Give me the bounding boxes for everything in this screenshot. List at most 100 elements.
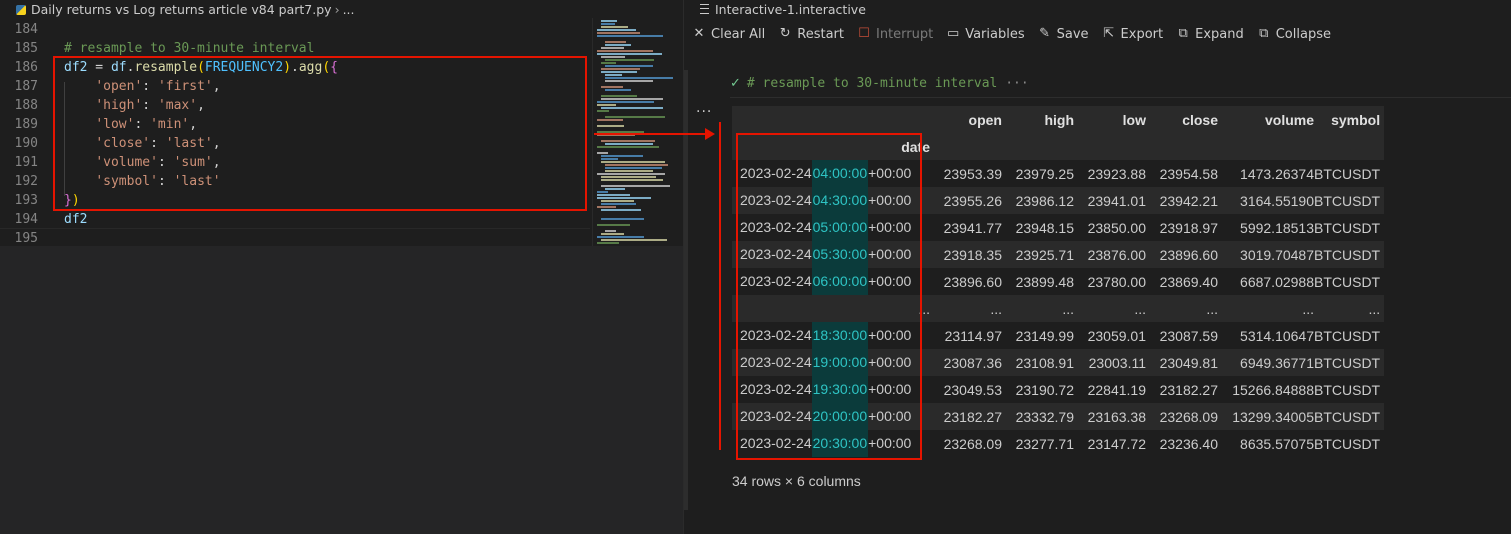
minimap-line [597,236,644,238]
minimap-line [605,167,662,169]
minimap-line [597,32,640,34]
output-more-actions-icon[interactable]: ··· [696,104,712,120]
index-timezone: +00:00 [868,219,912,235]
restart-button[interactable]: ↻ Restart [778,22,844,46]
code-line[interactable]: 184 [0,20,590,39]
minimap-line [597,101,654,103]
breadcrumb-more[interactable]: ... [343,2,355,17]
row-index-cell: 2023-02-2406:00:00+00:00 [732,268,942,295]
index-date: 2023-02-24 [740,408,812,424]
table-row: 2023-02-2419:00:00+00:00 23087.36 23108.91… [732,349,1385,376]
save-button[interactable]: ✎ Save [1038,22,1088,46]
cell-close: 23896.60 [1146,241,1218,268]
cell-code-preview: # resample to 30-minute interval [746,76,998,91]
row-index-cell: ... [732,295,942,322]
interactive-title-label: Interactive-1.interactive [715,2,866,17]
minimap-line [601,71,637,73]
index-timezone: +00:00 [868,273,912,289]
minimap-line [597,194,630,196]
table-row: 2023-02-2418:30:00+00:00 23114.97 23149.99… [732,322,1384,349]
minimap-line [601,155,643,157]
minimap-line [597,125,624,127]
cell-volume: 6687.02988 [1240,273,1314,290]
index-time-highlight: 20:00:00 [811,403,869,430]
chevron-right-icon: › [334,2,340,17]
row-index-cell: 2023-02-2420:00:00+00:00 [732,403,942,430]
toolbar-label: Restart [797,26,844,42]
cell-high: 23332.79 [1004,403,1074,430]
minimap-line [597,35,663,37]
index-timezone: +00:00 [868,192,912,208]
cell-open: ... [942,295,1004,322]
column-header-volume[interactable]: volume [1218,106,1314,133]
index-date: 2023-02-24 [740,354,812,370]
index-timezone: +00:00 [868,435,912,451]
close-icon: ✕ [693,26,705,41]
collapse-icon: ⧉ [1259,26,1269,41]
dataframe-table: open high low close volume symbol date 2023-0… [732,106,1385,457]
line-number: 191 [14,155,38,170]
index-timezone: +00:00 [868,354,912,370]
table-body: 2023-02-2404:00:00+00:00 23953.39 23979.25… [732,160,1385,457]
index-timezone: +00:00 [868,246,912,262]
table-row: ..................... [732,295,1385,322]
cell-volume: 1473.26374 [1240,165,1314,182]
minimap-line [601,56,625,58]
toolbar-label: Export [1120,26,1164,42]
index-date: 2023-02-24 [740,435,812,451]
cell-low: 23923.88 [1087,165,1146,182]
minimap-line [597,197,651,199]
column-header-high[interactable]: high [1004,106,1074,133]
minimap-line [605,44,631,46]
cell-low: 23780.00 [1087,273,1146,290]
cell-symbol: BTCUSDT [1314,219,1381,236]
cell-close: 23869.40 [1159,273,1218,290]
cell-close: 23087.59 [1159,327,1218,344]
toolbar-label: Interrupt [875,26,934,42]
interactive-tab-title[interactable]: Interactive-1.interactive [700,0,866,20]
breadcrumb[interactable]: Daily returns vs Log returns article v84… [0,0,683,20]
cell-high: 23979.25 [1015,165,1074,182]
column-header-symbol[interactable]: symbol [1314,106,1385,133]
annotation-arrow-line [594,133,707,135]
minimap-line [601,98,663,100]
variables-button[interactable]: ▭ Variables [946,22,1025,46]
breadcrumb-file[interactable]: Daily returns vs Log returns article v84… [31,2,332,17]
cell-collapsed-ellipsis[interactable]: ··· [1005,76,1028,91]
minimap-line [601,68,640,70]
index-date: 2023-02-24 [740,219,812,235]
cell-open: 23087.36 [942,349,1004,376]
executed-cell[interactable]: ✓ # resample to 30-minute interval ··· [730,72,1029,96]
column-header-close[interactable]: close [1146,106,1218,133]
table-row: 2023-02-2404:30:00+00:00 23955.26 23986.12… [732,187,1385,214]
cell-open: 23918.35 [942,241,1004,268]
cell-symbol: BTCUSDT [1314,187,1385,214]
minimap-line [601,62,616,64]
line-number: 194 [14,212,38,227]
column-header-open[interactable]: open [942,106,1004,133]
index-timezone: +00:00 [868,165,912,181]
minimap-line [597,29,636,31]
cell-close: 23942.21 [1146,187,1218,214]
export-button[interactable]: ⇱ Export [1102,22,1164,46]
index-time-highlight: 05:30:00 [811,241,869,268]
minimap-line [605,116,665,118]
cell-high: 23986.12 [1004,187,1074,214]
clear-all-button[interactable]: ✕ Clear All [692,22,766,46]
minimap-line [597,119,623,121]
minimap-line [605,89,631,91]
interactive-file-icon [700,4,709,14]
app-window: Daily returns vs Log returns article v84… [0,0,1511,534]
expand-button[interactable]: ⧉ Expand [1176,22,1243,46]
minimap[interactable] [592,18,683,246]
collapse-button[interactable]: ⧉ Collapse [1257,22,1331,46]
toolbar-label: Collapse [1275,26,1331,42]
cell-volume: ... [1218,295,1314,322]
code-line[interactable]: 194 df2 [0,210,590,229]
vertical-scrollbar[interactable] [684,70,688,510]
index-time-highlight: 05:00:00 [811,214,869,241]
interrupt-button[interactable]: ☐ Interrupt [857,22,933,46]
column-header-low[interactable]: low [1074,106,1146,133]
cell-open: 23953.39 [943,165,1002,182]
minimap-line [601,161,665,163]
